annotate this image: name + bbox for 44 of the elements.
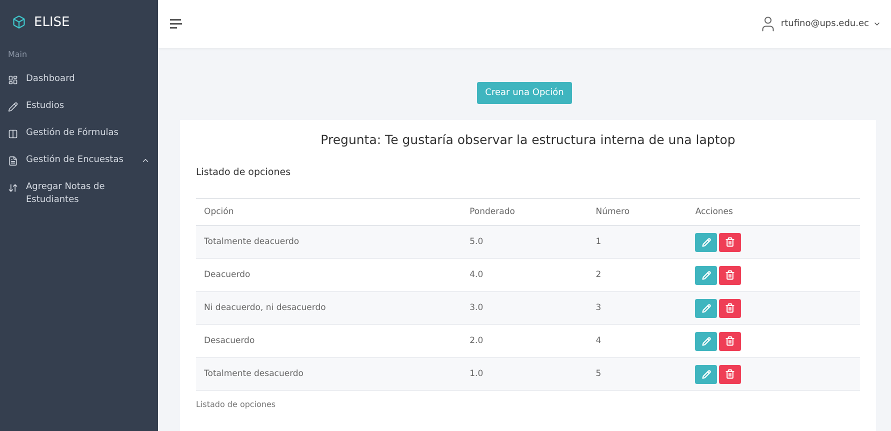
delete-button[interactable] (719, 266, 742, 284)
user-menu[interactable]: rtufino@ups.edu.ec (758, 15, 881, 33)
cube-icon (12, 15, 26, 29)
table-cell: 1.0 (462, 358, 588, 390)
pencil-icon (702, 336, 711, 346)
question-title: Pregunta: Te gustaría observar la estructura interna de una laptop (320, 132, 736, 147)
table-cell: 5 (588, 358, 688, 390)
sidebar-item[interactable]: Gestión de Encuestas (0, 148, 158, 175)
trash-icon (725, 369, 736, 379)
dashboard-icon (8, 75, 18, 85)
delete-button[interactable] (719, 232, 742, 252)
trash-icon (725, 270, 736, 280)
caret-icon (141, 156, 150, 165)
brand-name: ELISE (34, 14, 70, 30)
caret-icon (873, 20, 881, 28)
edit-button[interactable] (695, 298, 718, 318)
pencil-icon (702, 238, 711, 246)
trash-icon (725, 336, 736, 346)
table-cell: Totalmente desacuerdo (196, 358, 462, 390)
table-caption: Listado de opciones (196, 400, 277, 409)
edit-button[interactable] (695, 332, 718, 350)
sidebar-item[interactable]: Agregar Notas de Estudiantes (0, 175, 158, 213)
list-title: Listado de opciones (196, 167, 292, 178)
section-label: Main (7, 49, 28, 61)
sidebar-item[interactable]: Dashboard (0, 67, 158, 94)
edit-button[interactable] (695, 232, 718, 252)
pencil-icon (702, 370, 711, 378)
delete-button[interactable] (719, 332, 742, 350)
column-header: Opción (196, 198, 462, 226)
sidebar-item[interactable]: Gestión de Fórmulas (0, 121, 158, 148)
edit-button[interactable] (695, 266, 718, 284)
pencil-icon (702, 270, 711, 280)
delete-button[interactable] (719, 364, 742, 384)
edit-button[interactable] (695, 364, 718, 384)
document-icon (8, 156, 18, 166)
delete-button[interactable] (719, 298, 742, 318)
sidebar-item[interactable]: Estudios (0, 94, 158, 121)
pencil-icon (8, 102, 18, 112)
trash-icon (725, 303, 736, 313)
trash-icon (725, 237, 736, 247)
menu-icon[interactable] (170, 19, 182, 29)
sort-icon (8, 183, 18, 193)
pencil-icon (702, 304, 711, 312)
columns-icon (8, 129, 18, 139)
